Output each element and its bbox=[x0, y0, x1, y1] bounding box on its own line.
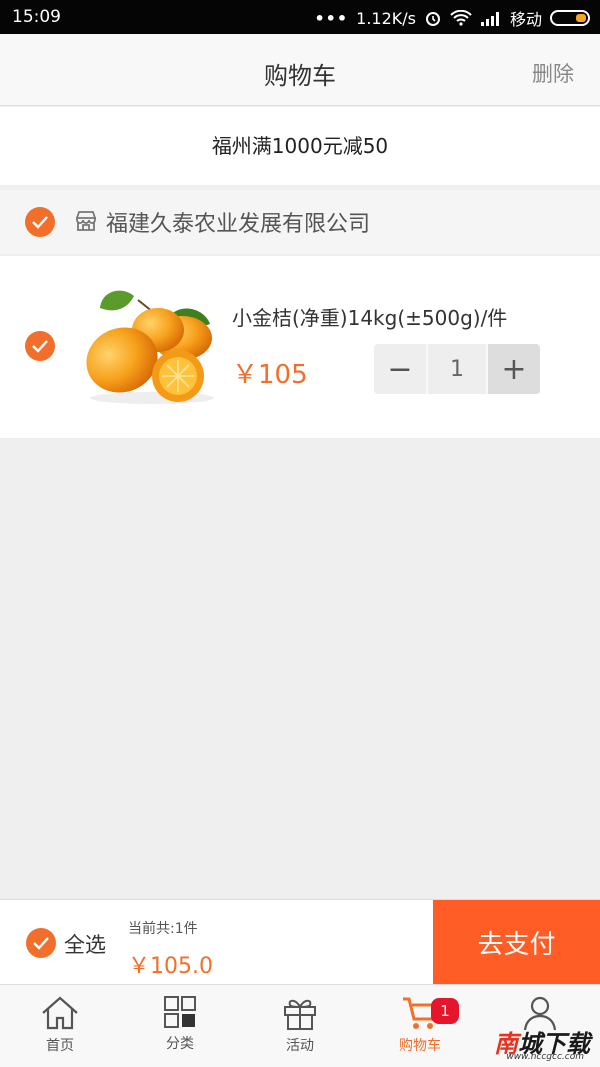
delete-button[interactable]: 删除 bbox=[532, 58, 574, 88]
total-price: ￥105.0 bbox=[128, 954, 213, 979]
decrease-button[interactable]: − bbox=[374, 344, 426, 394]
increase-button[interactable]: + bbox=[488, 344, 540, 394]
network-speed: 1.12K/s bbox=[356, 8, 416, 28]
watermark-logo: 南城下载 www.nccgcc.com bbox=[494, 1024, 590, 1062]
pay-button[interactable]: 去支付 bbox=[433, 900, 600, 985]
status-time: 15:09 bbox=[12, 7, 61, 27]
select-all-checkbox[interactable] bbox=[26, 928, 56, 958]
store-checkbox[interactable] bbox=[25, 207, 55, 237]
watermark-url: www.nccgcc.com bbox=[506, 1052, 584, 1062]
page-title: 购物车 bbox=[264, 62, 336, 90]
title-bar: 购物车 删除 bbox=[0, 34, 600, 106]
gift-icon bbox=[284, 999, 316, 1030]
shop-icon bbox=[76, 211, 96, 231]
tab-cart[interactable]: 购物车 1 bbox=[360, 985, 480, 1067]
select-all-label[interactable]: 全选 bbox=[64, 929, 106, 959]
quantity-value[interactable]: 1 bbox=[426, 344, 488, 394]
battery-icon bbox=[550, 10, 590, 26]
more-dots-icon: ••• bbox=[314, 8, 349, 28]
quantity-stepper: − 1 + bbox=[374, 344, 540, 394]
home-icon bbox=[42, 996, 78, 1030]
checkmark-icon bbox=[32, 340, 48, 353]
item-count: 当前共:1件 bbox=[128, 921, 198, 937]
tab-label: 分类 bbox=[166, 1036, 194, 1052]
product-image[interactable] bbox=[82, 286, 222, 406]
tab-category[interactable]: 分类 bbox=[120, 985, 240, 1067]
tab-label: 首页 bbox=[46, 1038, 74, 1054]
cart-badge: 1 bbox=[431, 998, 459, 1024]
carrier-name: 移动 bbox=[509, 10, 542, 29]
tab-label: 活动 bbox=[286, 1038, 314, 1054]
checkmark-icon bbox=[33, 937, 49, 950]
promo-banner: 福州满1000元减50 bbox=[0, 107, 600, 185]
checkmark-icon bbox=[32, 216, 48, 229]
signal-icon bbox=[480, 12, 499, 26]
tab-home[interactable]: 首页 bbox=[0, 985, 120, 1067]
alarm-icon bbox=[425, 12, 440, 26]
cart-item: 小金桔(净重)14kg(±500g)/件 ￥105 − 1 + bbox=[0, 256, 600, 438]
product-name[interactable]: 小金桔(净重)14kg(±500g)/件 bbox=[232, 302, 507, 331]
checkout-bar: 全选 当前共:1件 ￥105.0 去支付 bbox=[0, 899, 600, 985]
wifi-icon bbox=[450, 10, 472, 26]
tab-activity[interactable]: 活动 bbox=[240, 985, 360, 1067]
store-name[interactable]: 福建久泰农业发展有限公司 bbox=[106, 206, 370, 238]
category-icon bbox=[164, 996, 196, 1028]
status-bar: 15:09 ••• 1.12K/s 移动 bbox=[0, 0, 600, 34]
tab-label: 购物车 bbox=[399, 1038, 441, 1054]
status-right: ••• 1.12K/s 移动 bbox=[314, 6, 590, 30]
product-price: ￥105 bbox=[232, 360, 308, 390]
store-header: 福建久泰农业发展有限公司 bbox=[0, 190, 600, 254]
item-checkbox[interactable] bbox=[25, 331, 55, 361]
